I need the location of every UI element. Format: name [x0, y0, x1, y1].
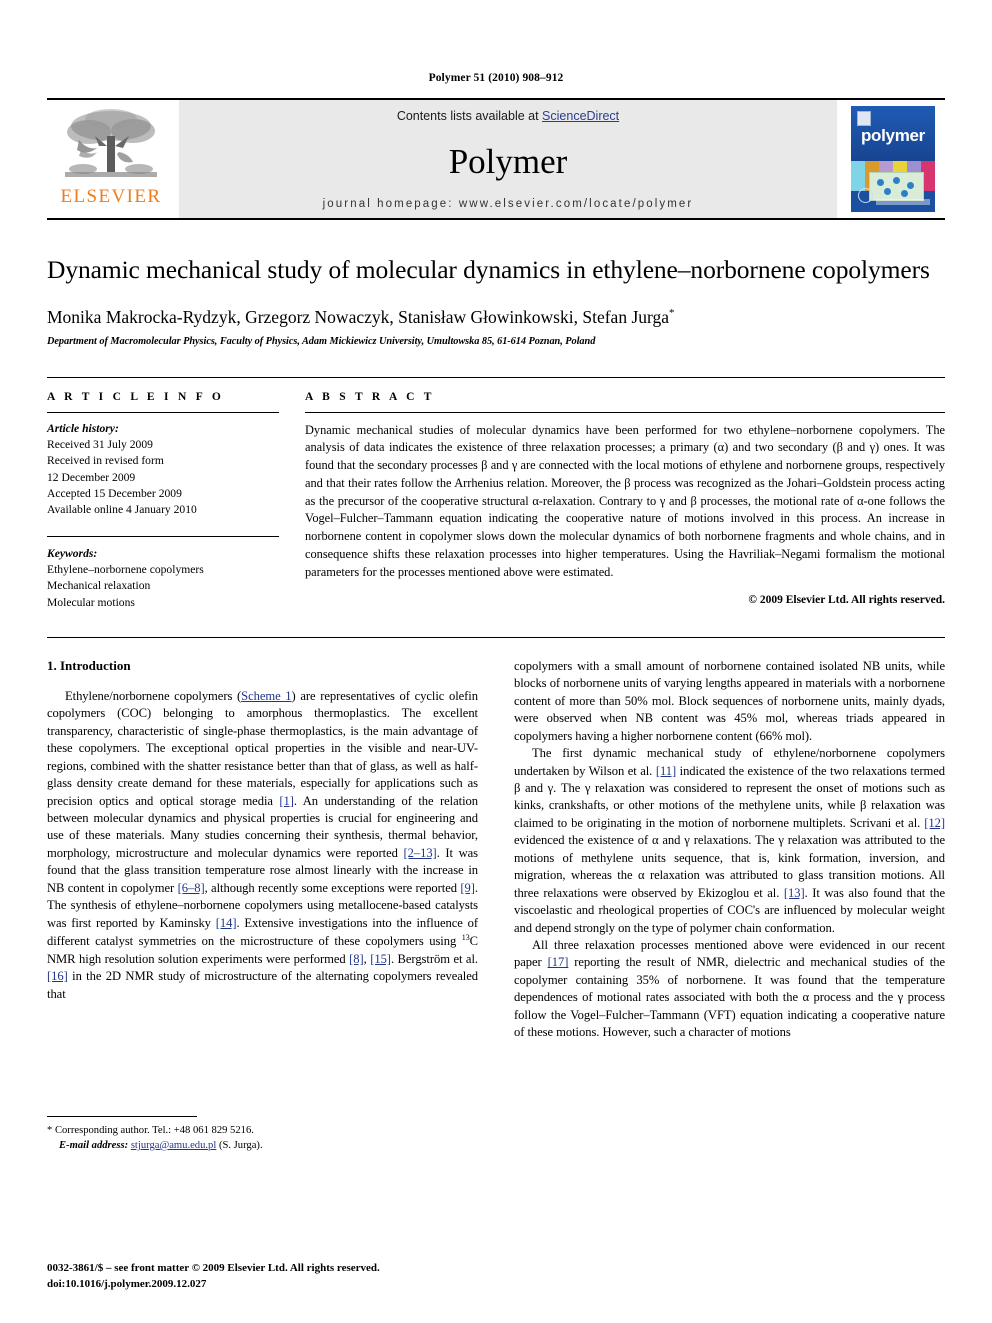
email-line: E-mail address: stjurga@amu.edu.pl (S. J…: [47, 1138, 478, 1153]
journal-masthead: ELSEVIER Contents lists available at Sci…: [47, 98, 945, 220]
journal-title: Polymer: [448, 141, 568, 181]
history-item: 12 December 2009: [47, 470, 136, 484]
cover-inset-dot: [884, 188, 891, 196]
cover-inset-dot: [900, 189, 908, 197]
reference-link[interactable]: [16]: [47, 969, 68, 983]
reference-link[interactable]: [2–13]: [403, 846, 436, 860]
text-run: copolymers with a small amount of norbor…: [514, 658, 945, 743]
body-column-right: copolymers with a small amount of norbor…: [514, 658, 945, 1153]
email-label: E-mail address:: [59, 1139, 129, 1151]
reference-link[interactable]: Scheme 1: [241, 689, 291, 703]
keyword-item: Ethylene–norbornene copolymers: [47, 562, 204, 576]
paragraph: The first dynamic mechanical study of et…: [514, 745, 945, 937]
contents-prefix: Contents lists available at: [396, 109, 543, 123]
paragraph: Ethylene/norbornene copolymers (Scheme 1…: [47, 688, 478, 1003]
cover-footer-bar: [876, 199, 930, 205]
journal-homepage-line: journal homepage: www.elsevier.com/locat…: [322, 198, 694, 210]
elsevier-tree-icon: [65, 109, 157, 177]
elsevier-logo: ELSEVIER: [47, 100, 175, 218]
copyright-line: © 2009 Elsevier Ltd. All rights reserved…: [748, 593, 945, 606]
article-history-label: Article history:: [47, 421, 119, 435]
cover-badge-icon: [857, 111, 871, 126]
journal-cover-image: polymer: [851, 106, 935, 212]
cover-inset-dot: [906, 182, 914, 190]
superscript: 13: [461, 933, 470, 943]
reference-link[interactable]: [15]: [370, 952, 391, 966]
author-names: Monika Makrocka-Rydzyk, Grzegorz Nowaczy…: [47, 306, 670, 327]
reference-link[interactable]: [14]: [216, 916, 237, 930]
reference-link[interactable]: [1]: [279, 794, 294, 808]
reference-link[interactable]: [11]: [656, 764, 676, 778]
elsevier-wordmark: ELSEVIER: [60, 186, 162, 207]
text-run: in the 2D NMR study of microstructure of…: [47, 969, 478, 1001]
reference-link[interactable]: [6–8]: [178, 881, 205, 895]
email-suffix: (S. Jurga).: [218, 1139, 263, 1151]
footnote-corresponding-author: * Corresponding author. Tel.: +48 061 82…: [47, 1123, 478, 1153]
text-run: . Bergström et al.: [390, 951, 478, 966]
history-item: Available online 4 January 2010: [47, 503, 197, 517]
cover-logo-icon: [858, 188, 873, 203]
doi-line: doi:10.1016/j.polymer.2009.12.027: [47, 1278, 207, 1291]
text-run: reporting the result of NMR, dielectric …: [514, 955, 945, 1040]
reference-link[interactable]: [12]: [924, 816, 945, 830]
issn-line: 0032-3861/$ – see front matter © 2009 El…: [47, 1262, 380, 1275]
corresponding-author-mark: *: [669, 306, 675, 319]
keywords-label: Keywords:: [47, 546, 98, 560]
abstract-column: A B S T R A C T Dynamic mechanical studi…: [305, 391, 945, 611]
body-column-left: 1. Introduction Ethylene/norbornene copo…: [47, 658, 478, 1153]
paragraph: copolymers with a small amount of norbor…: [514, 658, 945, 745]
body-columns: 1. Introduction Ethylene/norbornene copo…: [47, 636, 945, 1153]
masthead-center: Contents lists available at ScienceDirec…: [179, 100, 837, 218]
cover-strip-cell: [851, 161, 865, 191]
keyword-item: Mechanical relaxation: [47, 579, 151, 593]
author-list: Monika Makrocka-Rydzyk, Grzegorz Nowaczy…: [47, 307, 945, 329]
divider: [305, 411, 945, 413]
section-heading-introduction: 1. Introduction: [47, 657, 131, 673]
footnote-divider: [47, 1115, 197, 1117]
text-run: Ethylene/norbornene copolymers (: [65, 688, 242, 703]
info-abstract-row: A R T I C L E I N F O Article history: R…: [47, 376, 945, 611]
reference-link[interactable]: [9]: [460, 881, 475, 895]
sciencedirect-link[interactable]: ScienceDirect: [542, 109, 619, 123]
reference-link[interactable]: [13]: [784, 886, 805, 900]
text-run: ) are representatives of cyclic olefin c…: [47, 688, 478, 808]
imprint-block: 0032-3861/$ – see front matter © 2009 El…: [47, 1261, 380, 1293]
cover-title-text: polymer: [860, 126, 926, 145]
reference-link[interactable]: [8]: [349, 952, 364, 966]
paragraph: All three relaxation processes mentioned…: [514, 937, 945, 1042]
reference-link[interactable]: [17]: [548, 955, 569, 969]
journal-cover-wrap: polymer: [841, 100, 945, 218]
article-info-column: A R T I C L E I N F O Article history: R…: [47, 391, 279, 611]
abstract-text: Dynamic mechanical studies of molecular …: [305, 422, 945, 579]
footnote-area: * Corresponding author. Tel.: +48 061 82…: [47, 1115, 478, 1153]
paper-page: Polymer 51 (2010) 908–912 ELSEVIER Conte…: [0, 0, 992, 1323]
email-link[interactable]: stjurga@amu.edu.pl: [131, 1140, 216, 1151]
abstract-heading: A B S T R A C T: [305, 390, 435, 403]
divider: [47, 411, 279, 413]
cover-inset-dot: [893, 176, 901, 184]
article-title: Dynamic mechanical study of molecular dy…: [47, 255, 930, 284]
cover-inset-dot: [876, 178, 884, 186]
keywords-group: Keywords: Ethylene–norbornene copolymers…: [47, 535, 279, 611]
history-item: Received in revised form: [47, 454, 164, 468]
article-history-group: Article history: Received 31 July 2009 R…: [47, 421, 279, 519]
corresponding-author-line: * Corresponding author. Tel.: +48 061 82…: [47, 1124, 254, 1136]
running-head: Polymer 51 (2010) 908–912: [428, 72, 564, 84]
article-info-heading: A R T I C L E I N F O: [47, 390, 225, 403]
cover-inset-figure: [869, 171, 924, 202]
contents-available-line: Contents lists available at ScienceDirec…: [397, 109, 619, 123]
history-item: Accepted 15 December 2009: [47, 486, 182, 500]
affiliation: Department of Macromolecular Physics, Fa…: [47, 335, 596, 347]
history-item: Received 31 July 2009: [47, 437, 153, 451]
title-block: Dynamic mechanical study of molecular dy…: [47, 254, 945, 347]
text-run: , although recently some exceptions were…: [204, 880, 461, 895]
keyword-item: Molecular motions: [47, 595, 135, 609]
